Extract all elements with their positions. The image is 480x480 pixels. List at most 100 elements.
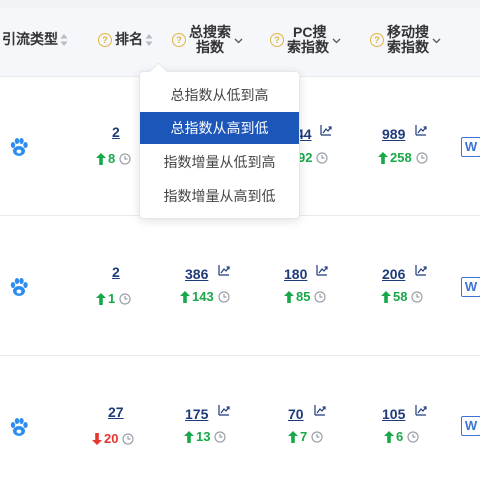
trend-chart-icon[interactable]	[415, 124, 427, 136]
header-source-type-label: 引流类型	[2, 31, 58, 47]
rank-delta: 8	[96, 151, 131, 166]
sort-option-total-desc[interactable]: 总指数从高到低	[140, 112, 299, 144]
sort-icon[interactable]	[60, 33, 68, 47]
total-delta-value: 13	[196, 429, 211, 444]
header-pc-index[interactable]: ? PC搜 索指数	[270, 25, 341, 55]
mobile-delta: 6	[384, 429, 419, 444]
arrow-up-icon	[96, 153, 106, 165]
arrow-up-icon	[288, 431, 298, 443]
header-total-index[interactable]: ? 总搜索 指数	[172, 25, 243, 55]
rank-value[interactable]: 2	[112, 264, 120, 280]
arrow-up-icon	[180, 291, 190, 303]
trend-chart-icon[interactable]	[316, 264, 328, 276]
total-delta-value: 143	[192, 289, 214, 304]
arrow-up-icon	[381, 291, 391, 303]
clock-icon[interactable]	[311, 431, 323, 443]
arrow-up-icon	[184, 431, 194, 443]
header-rank[interactable]: ? 排名	[98, 32, 153, 47]
clock-icon[interactable]	[407, 431, 419, 443]
header-total-line1: 总搜索	[189, 24, 231, 40]
header-total-line2: 指数	[196, 39, 224, 55]
clock-icon[interactable]	[218, 291, 230, 303]
trend-chart-icon[interactable]	[218, 404, 230, 416]
help-icon[interactable]: ?	[270, 33, 284, 47]
w-button[interactable]: W	[461, 277, 480, 297]
arrow-up-icon	[384, 431, 394, 443]
total-index-value[interactable]: 386	[185, 266, 208, 282]
chevron-down-icon[interactable]	[234, 36, 243, 45]
header-source-type[interactable]: 引流类型	[2, 32, 68, 47]
rank-value[interactable]: 27	[108, 404, 124, 420]
mobile-index-value[interactable]: 105	[382, 406, 405, 422]
pc-delta: 7	[288, 429, 323, 444]
mobile-delta: 58	[381, 289, 423, 304]
w-button[interactable]: W	[461, 416, 480, 436]
baidu-paw-icon	[8, 136, 30, 158]
pc-index-value[interactable]: 180	[284, 266, 307, 282]
trend-chart-icon[interactable]	[314, 404, 326, 416]
clock-icon[interactable]	[122, 433, 134, 445]
rank-delta: 1	[96, 291, 131, 306]
sort-option-increment-desc[interactable]: 指数增量从高到低	[140, 180, 299, 212]
top-strip	[0, 0, 480, 8]
arrow-up-icon	[284, 291, 294, 303]
clock-icon[interactable]	[119, 293, 131, 305]
total-delta: 13	[184, 429, 226, 444]
clock-icon[interactable]	[214, 431, 226, 443]
header-mobile-line2: 索指数	[387, 39, 429, 55]
sort-dropdown-menu: 总指数从低到高 总指数从高到低 指数增量从低到高 指数增量从高到低	[139, 62, 300, 219]
mobile-delta: 258	[378, 150, 428, 165]
rank-delta-value: 20	[104, 431, 119, 446]
pc-delta: 92	[298, 150, 328, 165]
mobile-delta-value: 6	[396, 429, 404, 444]
baidu-paw-icon	[8, 416, 30, 438]
mobile-delta-value: 58	[393, 289, 408, 304]
trend-chart-icon[interactable]	[415, 404, 427, 416]
clock-icon[interactable]	[316, 152, 328, 164]
w-button[interactable]: W	[461, 137, 480, 157]
mobile-index-value[interactable]: 989	[382, 126, 405, 142]
table-header: 引流类型 ? 排名 ? 总搜索 指数 ? PC搜 索指数 ? 移动搜 索指数	[0, 8, 480, 77]
trend-chart-icon[interactable]	[415, 264, 427, 276]
rank-delta-value: 8	[108, 151, 116, 166]
total-delta: 143	[180, 289, 230, 304]
sort-option-total-asc[interactable]: 总指数从低到高	[140, 79, 299, 111]
pc-delta-value: 92	[298, 150, 313, 165]
arrow-down-icon	[92, 433, 102, 445]
header-mobile-label: 移动搜 索指数	[387, 25, 429, 55]
pc-delta-value: 7	[300, 429, 308, 444]
baidu-paw-icon	[8, 276, 30, 298]
arrow-up-icon	[378, 152, 388, 164]
help-icon[interactable]: ?	[98, 32, 112, 47]
header-pc-line2: 索指数	[287, 39, 329, 55]
total-index-value[interactable]: 175	[185, 406, 208, 422]
pc-delta: 85	[284, 289, 326, 304]
header-mobile-index[interactable]: ? 移动搜 索指数	[370, 25, 441, 55]
help-icon[interactable]: ?	[370, 33, 384, 47]
chevron-down-icon[interactable]	[332, 36, 341, 45]
header-total-label: 总搜索 指数	[189, 25, 231, 55]
rank-delta-value: 1	[108, 291, 116, 306]
mobile-index-value[interactable]: 206	[382, 266, 405, 282]
sort-icon[interactable]	[145, 33, 153, 47]
rank-value[interactable]: 2	[112, 124, 120, 140]
help-icon[interactable]: ?	[172, 33, 186, 47]
header-rank-label: 排名	[115, 31, 143, 47]
chevron-down-icon[interactable]	[432, 36, 441, 45]
clock-icon[interactable]	[411, 291, 423, 303]
arrow-up-icon	[96, 293, 106, 305]
pc-delta-value: 85	[296, 289, 311, 304]
sort-option-increment-asc[interactable]: 指数增量从低到高	[140, 146, 299, 178]
trend-chart-icon[interactable]	[218, 264, 230, 276]
header-mobile-line1: 移动搜	[387, 24, 429, 40]
clock-icon[interactable]	[416, 152, 428, 164]
clock-icon[interactable]	[314, 291, 326, 303]
row-divider	[0, 355, 480, 356]
trend-chart-icon[interactable]	[320, 124, 332, 136]
header-pc-line1: PC搜	[293, 24, 327, 40]
clock-icon[interactable]	[119, 153, 131, 165]
rank-delta: 20	[92, 431, 134, 446]
header-pc-label: PC搜 索指数	[287, 25, 329, 55]
mobile-delta-value: 258	[390, 150, 412, 165]
pc-index-value[interactable]: 70	[288, 406, 304, 422]
